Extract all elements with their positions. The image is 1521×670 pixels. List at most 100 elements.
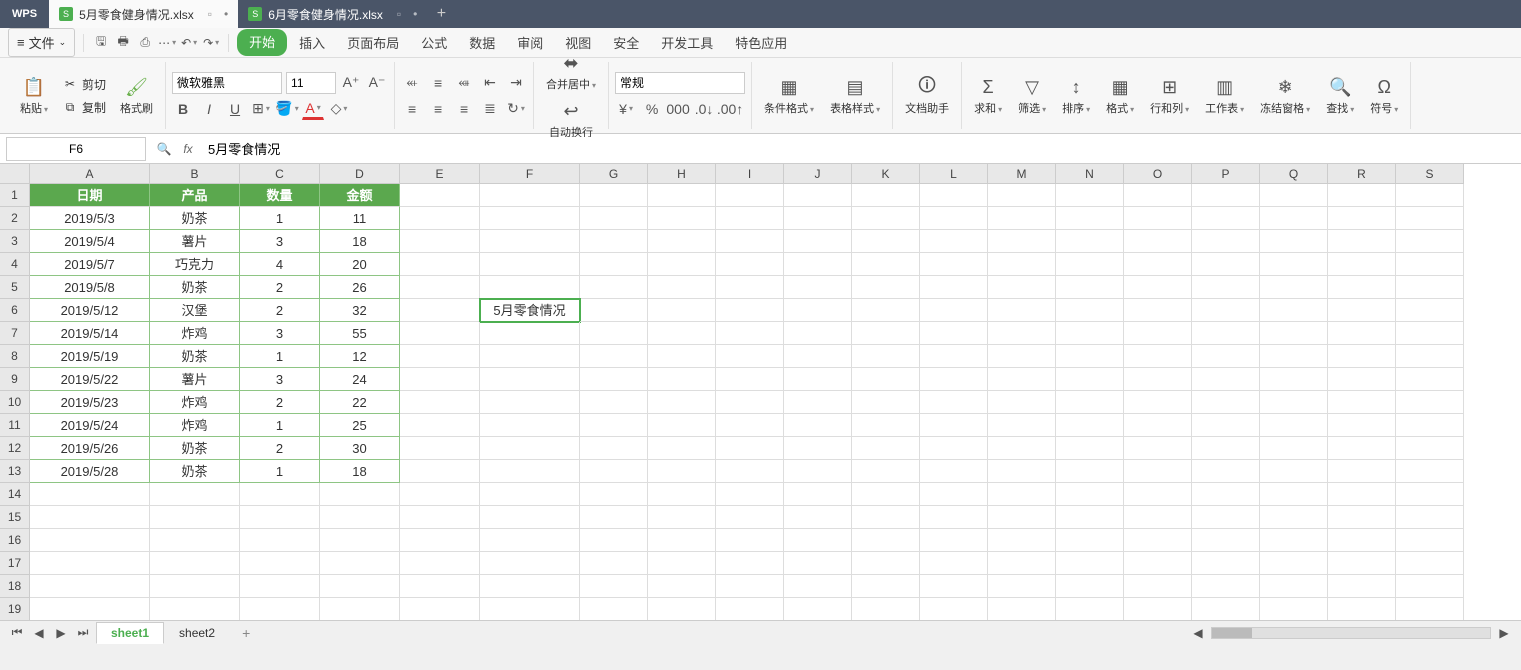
cell[interactable] (580, 322, 648, 345)
row-header[interactable]: 1 (0, 184, 30, 207)
cell[interactable] (1328, 506, 1396, 529)
number-format-select[interactable] (615, 72, 745, 94)
cell[interactable] (30, 529, 150, 552)
cell[interactable] (400, 529, 480, 552)
cell[interactable] (1396, 322, 1464, 345)
cell[interactable] (988, 345, 1056, 368)
cell[interactable] (30, 483, 150, 506)
cell[interactable] (784, 575, 852, 598)
align-center-icon[interactable]: ≡ (427, 98, 449, 120)
cell[interactable]: 炸鸡 (150, 414, 240, 437)
cell[interactable] (240, 506, 320, 529)
cell[interactable] (150, 529, 240, 552)
cell[interactable] (1328, 552, 1396, 575)
cell[interactable]: 2019/5/26 (30, 437, 150, 460)
cell[interactable] (1192, 552, 1260, 575)
cell[interactable] (1328, 529, 1396, 552)
cell[interactable] (1328, 184, 1396, 207)
column-header[interactable]: A (30, 164, 150, 184)
column-header[interactable]: B (150, 164, 240, 184)
cell[interactable] (716, 460, 784, 483)
cell[interactable] (580, 391, 648, 414)
cell[interactable] (1396, 253, 1464, 276)
cell[interactable] (1396, 414, 1464, 437)
cell[interactable] (1328, 276, 1396, 299)
cell[interactable] (400, 368, 480, 391)
cell[interactable]: 奶茶 (150, 345, 240, 368)
cell[interactable] (1124, 207, 1192, 230)
cell[interactable] (648, 345, 716, 368)
align-bottom-icon[interactable]: ⬵ (453, 72, 475, 94)
cell[interactable] (648, 598, 716, 620)
increase-decimal-icon[interactable]: .00↑ (719, 98, 741, 120)
align-right-icon[interactable]: ≡ (453, 98, 475, 120)
document-tab-2[interactable]: S 6月零食健身情况.xlsx ▫ • (238, 0, 427, 28)
cell[interactable] (920, 207, 988, 230)
cell[interactable] (1192, 598, 1260, 620)
bold-icon[interactable]: B (172, 98, 194, 120)
sum-button[interactable]: Σ求和 (968, 74, 1008, 118)
cell[interactable] (648, 506, 716, 529)
cell[interactable] (400, 437, 480, 460)
cut-button[interactable]: ✂剪切 (58, 74, 110, 95)
cell[interactable] (580, 276, 648, 299)
cell[interactable] (400, 598, 480, 620)
cell[interactable] (852, 184, 920, 207)
cell[interactable] (1192, 345, 1260, 368)
cell[interactable] (1396, 391, 1464, 414)
cell[interactable] (30, 552, 150, 575)
cell[interactable]: 奶茶 (150, 460, 240, 483)
cell[interactable] (30, 575, 150, 598)
menu-tab-安全[interactable]: 安全 (603, 29, 649, 56)
scroll-thumb[interactable] (1212, 628, 1252, 638)
cell[interactable] (988, 368, 1056, 391)
cell[interactable] (1260, 253, 1328, 276)
column-header[interactable]: F (480, 164, 580, 184)
cell[interactable] (1396, 299, 1464, 322)
cell[interactable] (1260, 552, 1328, 575)
column-header[interactable]: M (988, 164, 1056, 184)
column-header[interactable]: H (648, 164, 716, 184)
cell[interactable] (1192, 437, 1260, 460)
cell[interactable] (1056, 184, 1124, 207)
cell[interactable] (1056, 529, 1124, 552)
cell[interactable] (240, 575, 320, 598)
row-header[interactable]: 14 (0, 483, 30, 506)
cell[interactable] (716, 230, 784, 253)
percent-icon[interactable]: % (641, 98, 663, 120)
cell[interactable] (1260, 276, 1328, 299)
cell[interactable] (400, 253, 480, 276)
cell[interactable] (784, 506, 852, 529)
cell[interactable]: 1 (240, 460, 320, 483)
row-col-button[interactable]: ⊞行和列 (1144, 74, 1195, 118)
close-tab-icon[interactable]: • (413, 7, 417, 21)
cell[interactable] (716, 575, 784, 598)
cell[interactable] (1124, 460, 1192, 483)
cell[interactable] (480, 575, 580, 598)
cell[interactable] (1192, 529, 1260, 552)
merge-center-button[interactable]: ⬌ 合并居中 (540, 50, 602, 94)
column-header[interactable]: C (240, 164, 320, 184)
cell[interactable] (784, 437, 852, 460)
cell[interactable] (716, 414, 784, 437)
cell[interactable] (30, 598, 150, 620)
cell[interactable] (1124, 230, 1192, 253)
cell[interactable] (1328, 230, 1396, 253)
cell[interactable]: 2019/5/19 (30, 345, 150, 368)
cell[interactable] (1260, 230, 1328, 253)
cell[interactable] (480, 552, 580, 575)
cell[interactable] (580, 529, 648, 552)
cell[interactable] (150, 552, 240, 575)
cell[interactable] (480, 437, 580, 460)
cell[interactable]: 30 (320, 437, 400, 460)
cell[interactable] (240, 598, 320, 620)
column-header[interactable]: D (320, 164, 400, 184)
cell[interactable] (648, 529, 716, 552)
cell[interactable] (1328, 437, 1396, 460)
cell[interactable]: 2 (240, 276, 320, 299)
cell[interactable] (920, 575, 988, 598)
cell[interactable] (240, 483, 320, 506)
cell[interactable] (1124, 299, 1192, 322)
cell[interactable] (1056, 437, 1124, 460)
cell[interactable] (1328, 391, 1396, 414)
